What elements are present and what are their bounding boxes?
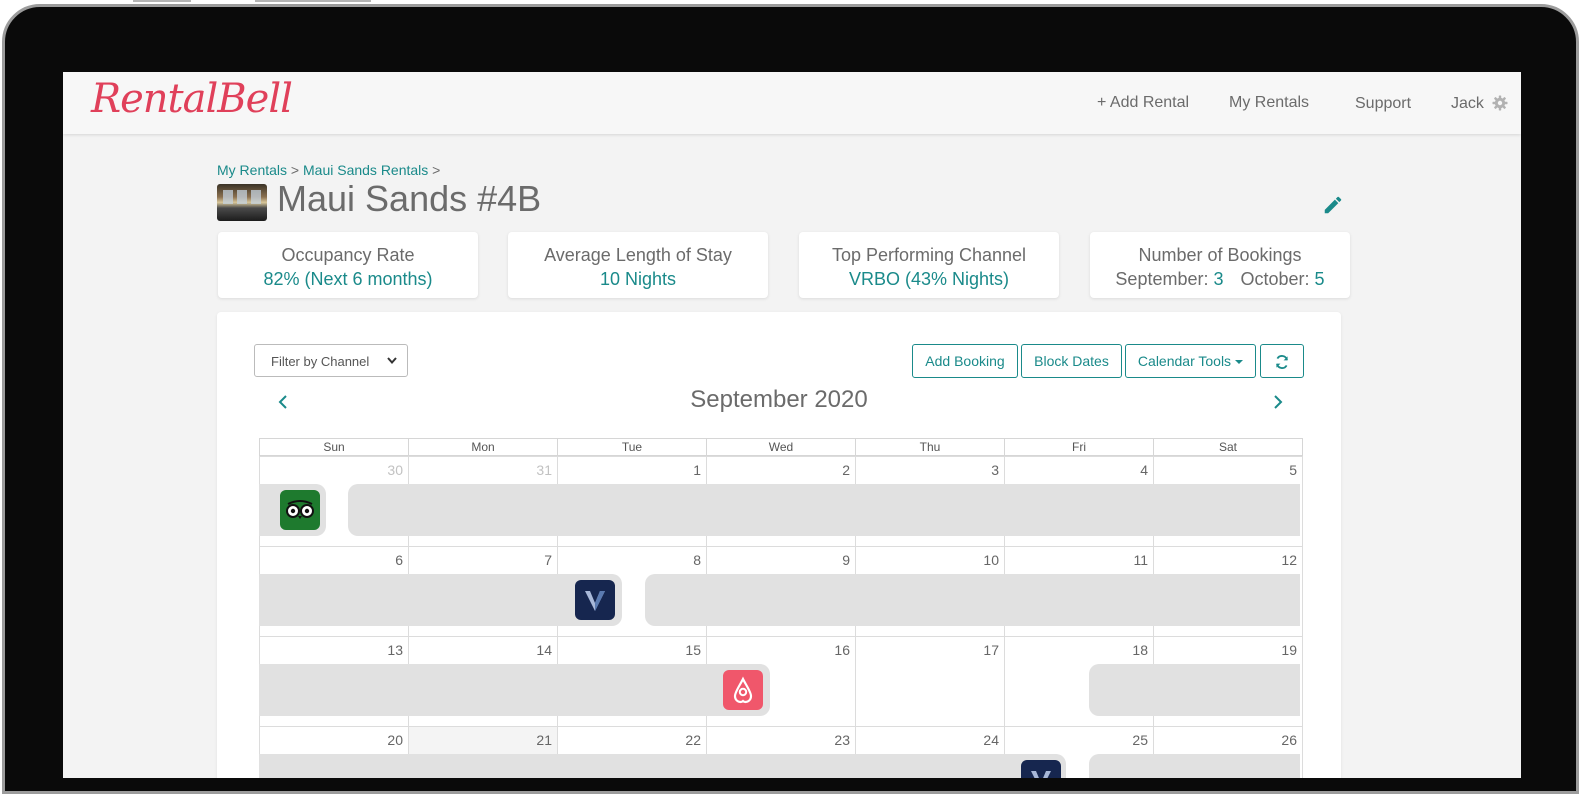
day-number: 21 (536, 732, 552, 748)
top-channel-value: VRBO (43% Nights) (848, 269, 1010, 289)
day-number: 11 (1133, 552, 1148, 568)
day-number: 4 (1140, 462, 1148, 478)
top-navbar: RentalBell + Add Rental My Rentals Suppo… (63, 72, 1521, 134)
next-month-icon[interactable] (1272, 394, 1284, 410)
day-number: 22 (685, 732, 701, 748)
day-number: 16 (834, 642, 850, 658)
booking-bar[interactable] (1089, 664, 1300, 716)
breadcrumb-separator: > (287, 162, 303, 178)
weekday-header: Mon (408, 438, 558, 456)
day-number: 25 (1132, 732, 1148, 748)
occupancy-label: Occupancy Rate (281, 245, 415, 265)
filter-label: Filter by Channel (271, 354, 370, 369)
weekday-header: Wed (706, 438, 856, 456)
day-number: 15 (685, 642, 701, 658)
page-title: Maui Sands #4B (277, 178, 542, 219)
day-cell[interactable]: 17 (855, 636, 1005, 727)
day-number: 3 (991, 462, 999, 478)
bookings-label: Number of Bookings (1138, 245, 1302, 265)
filter-by-channel-select[interactable]: Filter by Channel (254, 344, 408, 377)
day-number: 13 (387, 642, 403, 658)
brand-logo[interactable]: RentalBell (91, 76, 293, 122)
vrbo-icon (575, 580, 615, 620)
breadcrumb-my-rentals[interactable]: My Rentals (217, 162, 287, 178)
breadcrumb-separator: > (428, 162, 441, 178)
booking-bar[interactable] (259, 664, 770, 716)
day-number: 1 (693, 462, 701, 478)
october-count: 5 (1314, 269, 1325, 289)
day-number: 5 (1289, 462, 1297, 478)
day-number: 17 (983, 642, 999, 658)
user-menu[interactable]: Jack (1451, 95, 1484, 113)
top-channel-label: Top Performing Channel (831, 245, 1027, 265)
day-number: 24 (983, 732, 999, 748)
day-number: 6 (395, 552, 403, 568)
top-channel-card: Top Performing Channel VRBO (43% Nights) (799, 232, 1059, 298)
day-number: 10 (983, 552, 999, 568)
breadcrumb-maui-sands-rentals[interactable]: Maui Sands Rentals (303, 162, 428, 178)
weekday-header: Thu (855, 438, 1005, 456)
day-number: 30 (387, 462, 403, 478)
calendar-tools-label: Calendar Tools (1137, 353, 1232, 369)
calendar-panel: Filter by Channel Add Booking Block Date… (217, 312, 1341, 778)
occupancy-card: Occupancy Rate 82% (Next 6 months) (218, 232, 478, 298)
caret-down-icon (1235, 360, 1244, 365)
gear-icon[interactable] (1492, 95, 1508, 111)
vrbo-icon (1021, 760, 1061, 778)
avg-stay-value: 10 Nights (599, 269, 677, 289)
refresh-icon (1276, 355, 1288, 370)
october-label: October: (1240, 269, 1315, 289)
day-number: 14 (536, 642, 552, 658)
property-thumbnail (217, 184, 267, 221)
booking-bar[interactable] (1089, 754, 1300, 778)
calendar-tools-button[interactable]: Calendar Tools (1125, 344, 1256, 378)
day-number: 7 (544, 552, 552, 568)
bookings-value: September: 3 October: 5 (1090, 269, 1350, 290)
breadcrumb: My Rentals > Maui Sands Rentals > (217, 162, 440, 178)
avg-stay-label: Average Length of Stay (544, 245, 732, 265)
frame-detail (255, 0, 371, 2)
add-rental-link[interactable]: + Add Rental (1097, 94, 1189, 112)
occupancy-value: 82% (Next 6 months) (263, 269, 433, 289)
pencil-icon[interactable] (1322, 194, 1344, 216)
support-link[interactable]: Support (1355, 95, 1411, 113)
day-number: 31 (536, 462, 552, 478)
my-rentals-link[interactable]: My Rentals (1229, 94, 1309, 112)
day-number: 18 (1132, 642, 1148, 658)
weekday-header: Fri (1004, 438, 1154, 456)
weekday-header: Tue (557, 438, 707, 456)
tripadvisor-icon (280, 490, 320, 530)
block-dates-button[interactable]: Block Dates (1021, 344, 1122, 378)
refresh-button[interactable] (1260, 344, 1304, 378)
booking-bar[interactable] (259, 574, 622, 626)
day-number: 19 (1281, 642, 1297, 658)
day-number: 2 (842, 462, 850, 478)
booking-bar[interactable] (645, 574, 1300, 626)
app-screen: RentalBell + Add Rental My Rentals Suppo… (63, 72, 1521, 778)
day-number: 12 (1281, 552, 1297, 568)
day-number: 20 (387, 732, 403, 748)
airbnb-icon (723, 670, 763, 710)
bookings-card: Number of Bookings September: 3 October:… (1090, 232, 1350, 298)
day-number: 23 (834, 732, 850, 748)
weekday-header: Sun (259, 438, 409, 456)
frame-detail (133, 0, 191, 2)
day-number: 26 (1281, 732, 1297, 748)
chevron-down-icon (387, 357, 397, 365)
add-booking-button[interactable]: Add Booking (912, 344, 1018, 378)
day-number: 9 (842, 552, 850, 568)
september-label: September: (1115, 269, 1214, 289)
avg-stay-card: Average Length of Stay 10 Nights (508, 232, 768, 298)
booking-bar[interactable] (259, 754, 1066, 778)
booking-bar[interactable] (348, 484, 1300, 536)
day-number: 8 (693, 552, 701, 568)
september-count: 3 (1213, 269, 1224, 289)
weekday-header: Sat (1153, 438, 1303, 456)
month-title: September 2020 (690, 386, 868, 413)
